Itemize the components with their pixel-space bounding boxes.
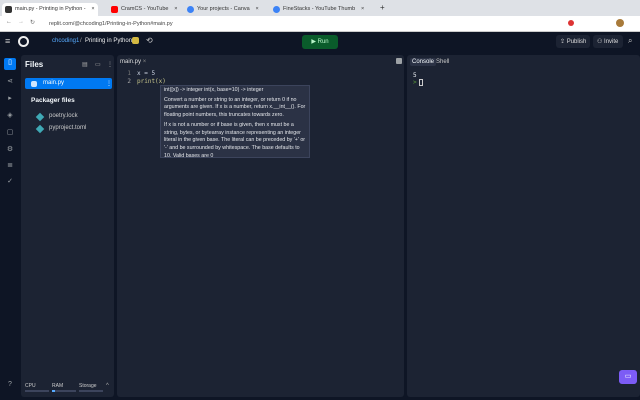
- chat-icon: ▭: [624, 373, 632, 380]
- replit-favicon-icon: [5, 6, 12, 13]
- close-icon[interactable]: ×: [91, 6, 94, 12]
- repl-name[interactable]: Printing in Python: [85, 38, 132, 44]
- browser-tab[interactable]: main.py - Printing in Python - ×: [2, 3, 98, 16]
- git-icon[interactable]: ⋖: [5, 77, 15, 87]
- console-prompt: >: [413, 79, 417, 86]
- package-icon: [35, 112, 45, 122]
- invite-button[interactable]: ⚇ Invite: [593, 35, 623, 48]
- reload-icon[interactable]: ↻: [30, 19, 35, 26]
- tooltip-description: If x is not a number or if base is given…: [164, 121, 306, 158]
- replit-logo-icon[interactable]: [18, 36, 29, 47]
- menu-icon[interactable]: ≡: [5, 36, 10, 46]
- breadcrumb-separator: /: [80, 38, 82, 44]
- packager-files-title: Packager files: [31, 97, 75, 104]
- hover-tooltip: int([x]) -> integer int(x, base=10) -> i…: [160, 85, 310, 158]
- packages-icon[interactable]: ◈: [5, 111, 15, 121]
- run-button[interactable]: ▶ Run: [302, 35, 338, 49]
- files-title: Files: [25, 60, 44, 69]
- publish-button[interactable]: ⇪ Publish: [556, 35, 590, 48]
- console-panel: Console Shell 5 >: [407, 55, 640, 397]
- browser-tab[interactable]: FineStacks - YouTube Thumb ×: [270, 3, 367, 16]
- new-file-icon[interactable]: ▤: [82, 61, 88, 68]
- file-item-main-py[interactable]: main.py ⋮: [25, 78, 112, 89]
- run-label: Run: [317, 39, 329, 45]
- tool-rail: ▯ ⋖ ▸ ◈ ▢ ⚙ ≣ ✓ ?: [0, 55, 20, 400]
- database-icon[interactable]: ≣: [5, 161, 15, 171]
- new-folder-icon[interactable]: ▭: [95, 61, 101, 68]
- storage-bar: [79, 390, 103, 392]
- secrets-lock-icon[interactable]: ▢: [5, 128, 15, 138]
- ram-bar: [52, 390, 76, 392]
- file-name: poetry.lock: [49, 113, 78, 119]
- more-options-icon[interactable]: ⋮: [107, 61, 113, 68]
- invite-label: Invite: [604, 39, 619, 45]
- help-icon[interactable]: ?: [5, 381, 15, 391]
- editor-tab[interactable]: main.py ×: [120, 59, 146, 65]
- finestacks-favicon-icon: [273, 6, 280, 13]
- close-icon[interactable]: ×: [174, 6, 177, 12]
- package-icon: [35, 124, 45, 134]
- canva-favicon-icon: [187, 6, 194, 13]
- cpu-label: CPU: [25, 383, 36, 389]
- line-number: 2: [127, 78, 131, 85]
- publish-label: Publish: [566, 39, 587, 45]
- console-output: 5: [413, 72, 417, 79]
- file-menu-icon[interactable]: ⋮: [106, 80, 112, 87]
- tooltip-description: Convert a number or string to an integer…: [164, 96, 306, 119]
- chevron-up-icon[interactable]: ^: [106, 383, 109, 389]
- editor-tab-label: main.py: [120, 59, 142, 65]
- layout-toggle-icon[interactable]: [396, 58, 402, 64]
- browser-tab[interactable]: CramCS - YouTube ×: [108, 3, 181, 16]
- file-name: pyproject.toml: [49, 125, 87, 131]
- code-area[interactable]: 1 x = 5 2 print(x): [117, 70, 404, 86]
- storage-meter: Storage: [79, 383, 97, 389]
- profile-avatar[interactable]: [616, 19, 624, 27]
- line-number: 1: [127, 70, 131, 77]
- cpu-meter: CPU: [25, 383, 36, 389]
- close-icon[interactable]: ×: [255, 6, 258, 12]
- browser-tab[interactable]: Your projects - Canva ×: [184, 3, 262, 16]
- back-icon[interactable]: ←: [6, 19, 12, 25]
- tab-console[interactable]: Console: [410, 58, 437, 66]
- address-bar: ← → ↻ replit.com/@chcoding1/Printing-in-…: [0, 16, 640, 32]
- debugger-icon[interactable]: ▸: [5, 94, 15, 104]
- files-icon[interactable]: ▯: [4, 58, 16, 70]
- new-tab-button[interactable]: +: [380, 3, 385, 12]
- tab-shell[interactable]: Shell: [436, 59, 449, 65]
- url-field[interactable]: replit.com/@chcoding1/Printing-in-Python…: [45, 19, 555, 29]
- python-icon: [132, 37, 139, 44]
- close-icon[interactable]: ×: [361, 6, 364, 12]
- ram-label: RAM: [52, 383, 64, 389]
- ram-meter: RAM: [52, 383, 63, 389]
- tab-title: main.py - Printing in Python -: [15, 6, 86, 12]
- storage-label: Storage: [79, 383, 97, 389]
- code-text: x = 5: [137, 70, 156, 77]
- settings-gear-icon[interactable]: ⚙: [5, 145, 15, 155]
- youtube-favicon-icon: [111, 6, 118, 13]
- search-icon[interactable]: ⌕: [628, 36, 632, 46]
- files-panel: Files ▤ ▭ ⋮ main.py ⋮ Packager files poe…: [21, 55, 114, 397]
- browser-tab-bar: main.py - Printing in Python - × CramCS -…: [0, 0, 640, 16]
- history-icon[interactable]: ⟲: [146, 36, 153, 45]
- cpu-bar: [25, 390, 49, 392]
- invite-icon: ⚇: [597, 39, 605, 45]
- forward-icon[interactable]: →: [18, 19, 24, 25]
- code-text: print(x): [137, 78, 166, 85]
- console-cursor[interactable]: [419, 79, 423, 86]
- check-icon[interactable]: ✓: [5, 177, 15, 187]
- user-link[interactable]: chcoding1: [52, 38, 79, 44]
- code-line: 1 x = 5: [117, 70, 404, 78]
- extension-icon[interactable]: [568, 20, 574, 26]
- python-file-icon: [31, 81, 37, 87]
- close-icon[interactable]: ×: [143, 59, 147, 65]
- tab-title: FineStacks - YouTube Thumb: [283, 6, 356, 12]
- tab-title: CramCS - YouTube: [121, 6, 169, 12]
- tab-title: Your projects - Canva: [197, 6, 250, 12]
- tooltip-signature: int([x]) -> integer int(x, base=10) -> i…: [164, 87, 264, 93]
- file-name: main.py: [43, 80, 65, 86]
- chat-button[interactable]: ▭: [619, 370, 637, 384]
- publish-icon: ⇪: [560, 39, 567, 45]
